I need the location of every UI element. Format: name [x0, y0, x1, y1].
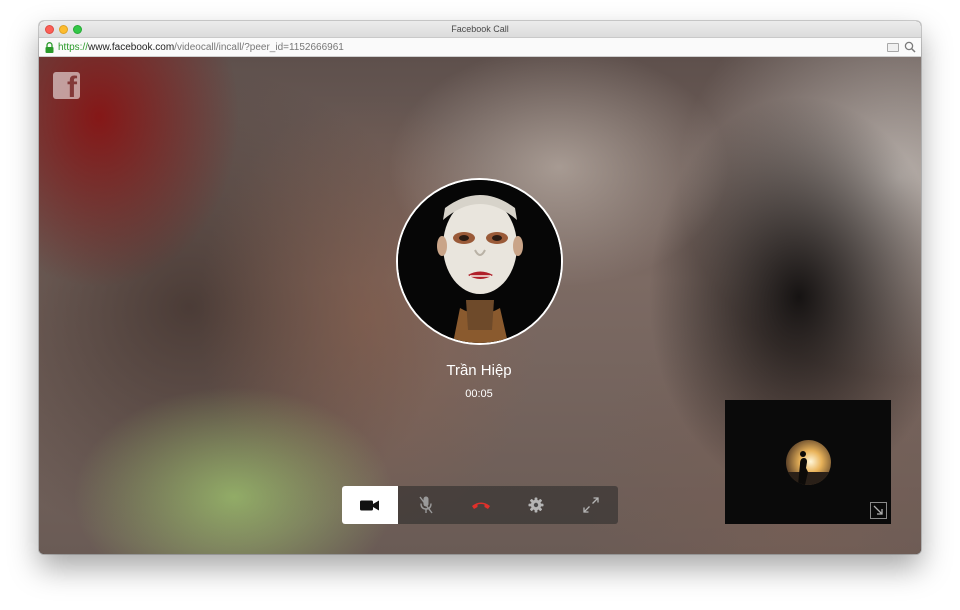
close-window-button[interactable]: [45, 25, 54, 34]
toggle-mute-button[interactable]: [398, 486, 453, 524]
microphone-icon: [418, 496, 433, 514]
lock-icon: [45, 41, 54, 53]
reader-icon[interactable]: [887, 42, 899, 52]
toggle-video-button[interactable]: [342, 486, 398, 524]
address-bar[interactable]: https://www.facebook.com/videocall/incal…: [39, 38, 921, 57]
remote-video: f Trần Hiệp 00:05: [39, 57, 921, 554]
url-scheme: https://: [58, 41, 89, 53]
fullscreen-button[interactable]: [563, 486, 618, 524]
gear-icon: [528, 497, 543, 513]
window-title: Facebook Call: [451, 24, 509, 34]
self-view-image: [786, 440, 831, 485]
url-host: www.facebook.com: [88, 41, 175, 53]
window-controls: [45, 25, 82, 34]
caller-avatar: [396, 178, 563, 345]
zoom-window-button[interactable]: [73, 25, 82, 34]
video-camera-icon: [360, 500, 379, 510]
caller-name: Trần Hiệp: [446, 362, 512, 379]
settings-button[interactable]: [508, 486, 563, 524]
url-path: /videocall/incall/?peer_id=1152666961: [174, 41, 344, 53]
caller-photo: [398, 180, 561, 343]
self-view-preview[interactable]: [725, 400, 891, 524]
minimize-icon[interactable]: [870, 502, 887, 519]
minimize-window-button[interactable]: [59, 25, 68, 34]
browser-window: Facebook Call https://www.facebook.com/v…: [39, 21, 921, 554]
search-icon[interactable]: [904, 41, 916, 53]
url-text[interactable]: https://www.facebook.com/videocall/incal…: [58, 42, 344, 53]
fullscreen-icon: [582, 497, 599, 513]
address-bar-actions: [887, 41, 916, 53]
call-controls: [342, 486, 618, 524]
hang-up-icon: [471, 502, 490, 509]
call-timer: 00:05: [465, 388, 493, 400]
title-bar: Facebook Call: [39, 21, 921, 38]
hang-up-button[interactable]: [453, 486, 508, 524]
self-view-photo: [786, 440, 831, 485]
facebook-logo-icon: f: [53, 72, 80, 99]
